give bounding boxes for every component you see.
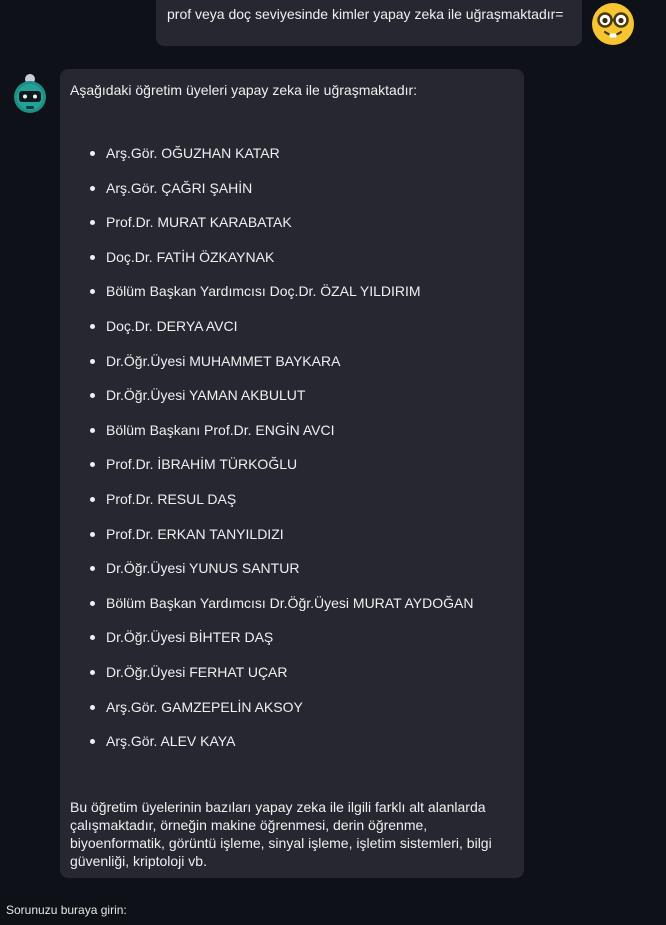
robot-icon [14, 74, 46, 113]
user-message-text: prof veya doç seviyesinde kimler yapay z… [167, 6, 564, 22]
list-item: Bölüm Başkanı Prof.Dr. ENGİN AVCI [90, 420, 473, 455]
list-item: Prof.Dr. MURAT KARABATAK [90, 212, 473, 247]
list-item: Dr.Öğr.Üyesi FERHAT UÇAR [90, 662, 473, 697]
list-item: Doç.Dr. DERYA AVCI [90, 316, 473, 351]
list-item: Prof.Dr. İBRAHİM TÜRKOĞLU [90, 454, 473, 489]
nerd-face-icon [592, 3, 634, 45]
assistant-outro-text: Bu öğretim üyelerinin bazıları yapay zek… [70, 799, 492, 869]
list-item: Prof.Dr. ERKAN TANYILDIZI [90, 524, 473, 559]
list-item: Doç.Dr. FATİH ÖZKAYNAK [90, 247, 473, 282]
list-item: Prof.Dr. RESUL DAŞ [90, 489, 473, 524]
list-item: Dr.Öğr.Üyesi BİHTER DAŞ [90, 627, 473, 662]
list-item: Dr.Öğr.Üyesi YAMAN AKBULUT [90, 385, 473, 420]
list-item: Arş.Gör. ÇAĞRI ŞAHİN [90, 178, 473, 213]
user-message-bubble: prof veya doç seviyesinde kimler yapay z… [156, 0, 582, 46]
list-item: Arş.Gör. GAMZEPELİN AKSOY [90, 697, 473, 732]
list-item: Arş.Gör. ALEV KAYA [90, 731, 473, 766]
faculty-list: Arş.Gör. OĞUZHAN KATAR Arş.Gör. ÇAĞRI ŞA… [90, 143, 473, 766]
list-item: Arş.Gör. OĞUZHAN KATAR [90, 143, 473, 178]
question-input-label: Sorunuzu buraya girin: [6, 903, 127, 917]
assistant-message-bubble: Aşağıdaki öğretim üyeleri yapay zeka ile… [60, 69, 524, 878]
list-item: Dr.Öğr.Üyesi MUHAMMET BAYKARA [90, 351, 473, 386]
list-item: Bölüm Başkan Yardımcısı Doç.Dr. ÖZAL YIL… [90, 281, 473, 316]
list-item: Dr.Öğr.Üyesi YUNUS SANTUR [90, 558, 473, 593]
list-item: Bölüm Başkan Yardımcısı Dr.Öğr.Üyesi MUR… [90, 593, 473, 628]
assistant-intro-text: Aşağıdaki öğretim üyeleri yapay zeka ile… [70, 82, 418, 98]
